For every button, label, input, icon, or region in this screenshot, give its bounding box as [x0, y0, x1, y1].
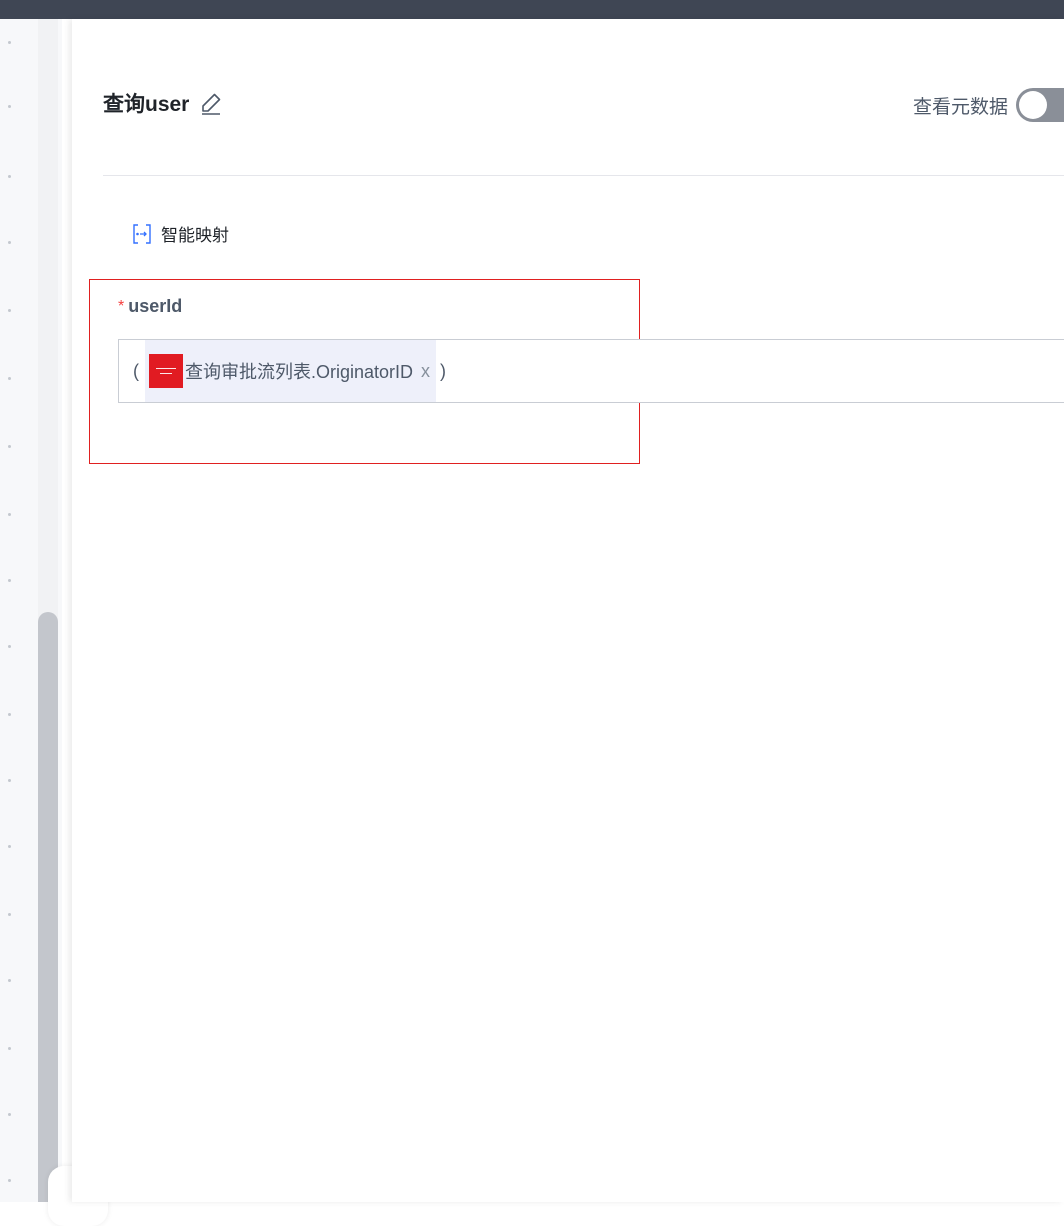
canvas-grid-dot — [8, 175, 11, 178]
canvas-grid-dot — [8, 845, 11, 848]
smart-mapping-button[interactable]: 智能映射 — [131, 221, 229, 246]
variable-chip-text: 查询审批流列表.OriginatorID — [185, 362, 414, 382]
top-bar — [0, 0, 1064, 19]
canvas-grid-dot — [8, 645, 11, 648]
canvas-grid-dot — [8, 1113, 11, 1116]
mapping-icon — [133, 223, 151, 244]
canvas-grid-dot — [8, 713, 11, 716]
canvas-grid-dot — [8, 913, 11, 916]
app-logo-icon — [149, 354, 183, 388]
header-divider — [103, 175, 1064, 176]
canvas-grid-dot — [8, 41, 11, 44]
variable-chip[interactable]: 查询审批流列表.OriginatorID x — [145, 340, 437, 402]
canvas-grid-dot — [8, 579, 11, 582]
canvas-grid-dot — [8, 979, 11, 982]
toggle-knob — [1019, 91, 1047, 119]
canvas-grid-dot — [8, 377, 11, 380]
expression-content: ( 查询审批流列表.OriginatorID x ) — [129, 340, 450, 402]
canvas-grid-dot — [8, 241, 11, 244]
close-paren: ) — [440, 360, 447, 381]
canvas-grid-dot — [8, 779, 11, 782]
canvas-scrollbar-thumb[interactable] — [38, 612, 58, 1202]
canvas-grid-dot — [8, 513, 11, 516]
userid-expression-input[interactable]: ( 查询审批流列表.OriginatorID x ) — [118, 339, 1064, 403]
userid-label-text: userId — [128, 296, 183, 316]
metadata-toggle[interactable] — [1016, 88, 1064, 122]
panel-title-text: 查询user — [103, 93, 190, 116]
canvas-grid-dot — [8, 1179, 11, 1182]
required-mark: * — [118, 297, 125, 315]
canvas-grid-dot — [8, 309, 11, 312]
canvas-grid-dot — [8, 445, 11, 448]
open-paren: ( — [133, 360, 139, 381]
metadata-toggle-group: 查看元数据 — [913, 88, 1064, 122]
smart-mapping-label: 智能映射 — [161, 226, 229, 245]
canvas-grid-dot — [8, 105, 11, 108]
canvas-grid-dot — [8, 1047, 11, 1050]
userid-field-label: * userId — [118, 296, 182, 317]
chip-remove-button[interactable]: x — [421, 361, 430, 382]
properties-panel — [72, 19, 1064, 1202]
panel-title: 查询user — [103, 88, 223, 118]
metadata-toggle-label: 查看元数据 — [912, 96, 1008, 118]
pencil-icon[interactable] — [199, 91, 223, 115]
